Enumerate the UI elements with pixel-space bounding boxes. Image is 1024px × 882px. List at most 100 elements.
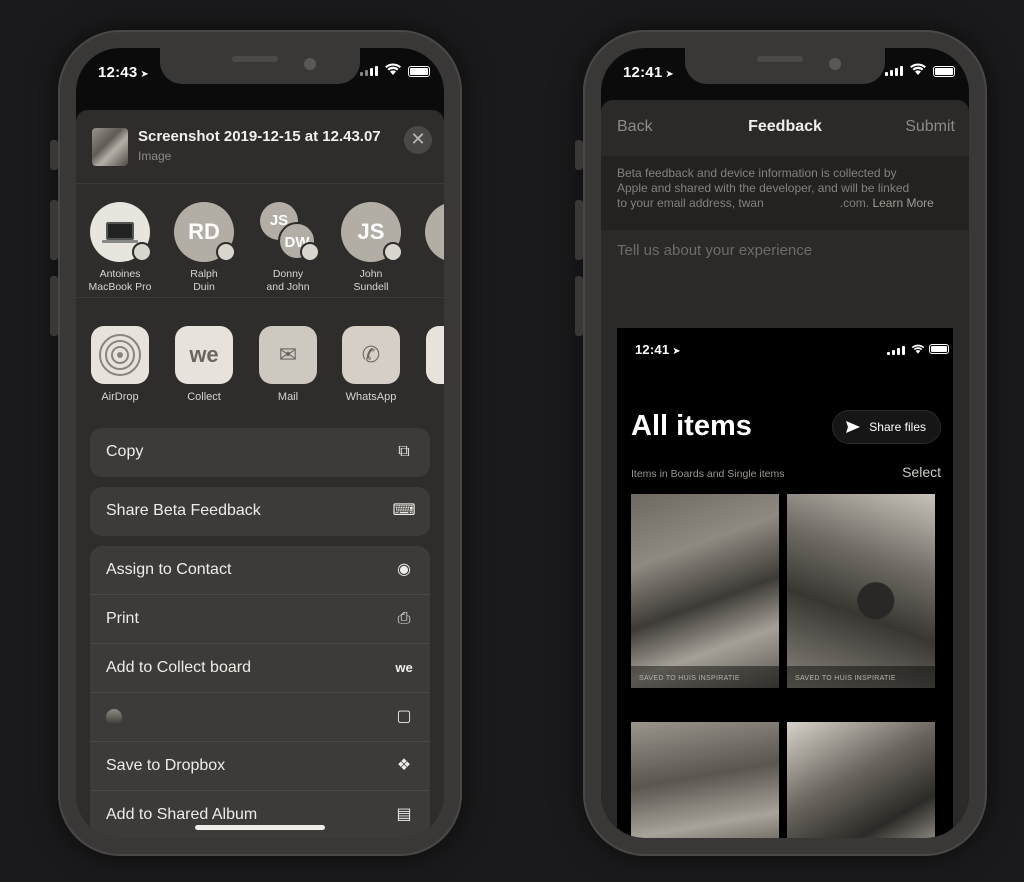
share-beta-feedback-action[interactable]: Share Beta Feedback ⌨ (90, 487, 430, 536)
status-time: 12:41 ➤ (635, 342, 681, 357)
action-label: Share Beta Feedback (106, 502, 261, 519)
action-label: Copy (106, 443, 144, 460)
grid-photo-chair[interactable]: SAVED TO HUIS INSPIRATIE (631, 494, 779, 688)
grid-photo-table[interactable] (631, 722, 779, 838)
button-label: Share files (869, 420, 926, 434)
app-label: WhatsApp (345, 391, 397, 403)
battery-icon (408, 66, 430, 77)
home-indicator[interactable] (195, 825, 325, 830)
keyboard-icon: ⌨ (392, 502, 416, 519)
avatar (425, 202, 444, 262)
add-to-collect-board-action[interactable]: Add to Collect board we (90, 644, 430, 693)
messages-icon (426, 326, 444, 384)
volume-up-button (50, 200, 58, 260)
action-label: Assign to Contact (106, 561, 232, 578)
signal-icon (887, 346, 905, 355)
app-mail[interactable]: ✉ Mail (246, 326, 330, 403)
apps-row: AirDrop we Collect ✉ Mail ✆ WhatsApp Me (76, 308, 444, 408)
wifi-icon (385, 63, 401, 75)
unnamed-action[interactable]: ▢ (90, 693, 430, 742)
copy-action[interactable]: Copy ⧉ (90, 428, 430, 477)
person-antoines-macbook[interactable]: Antoines MacBook Pro (78, 202, 162, 294)
send-icon (846, 421, 861, 433)
messages-badge-icon (383, 242, 403, 262)
photo-caption: SAVED TO HUIS INSPIRATIE (795, 675, 896, 682)
battery-icon (933, 66, 955, 77)
share-item-type: Image (138, 149, 172, 163)
submit-button[interactable]: Submit (905, 118, 955, 136)
app-label: Mail (277, 391, 299, 403)
right-screen: 12:41 ➤ Back Feedback Submit Beta feedbac… (601, 48, 969, 838)
battery-icon (929, 344, 949, 354)
grid-photo-decor[interactable]: SAVED TO HUIS INSPIRATIE (787, 494, 935, 688)
close-button[interactable]: ✕ (404, 126, 432, 154)
status-time: 12:43 ➤ (98, 64, 149, 81)
feedback-nav-bar: Back Feedback Submit (601, 100, 969, 154)
feedback-sheet: Back Feedback Submit Beta feedback and d… (601, 100, 969, 838)
share-files-button[interactable]: Share files (832, 410, 941, 444)
notch (160, 48, 360, 84)
action-label: Add to Shared Album (106, 806, 258, 823)
share-sheet-header: Screenshot 2019-12-15 at 12.43.07 Image … (76, 110, 444, 184)
person-name: Antoines MacBook Pro (88, 268, 152, 293)
disclaimer-line: to your email address, twan (617, 196, 764, 210)
person-ralph-duin[interactable]: RD Ralph Duin (162, 202, 246, 294)
action-group: Copy ⧉ (90, 428, 430, 477)
learn-more-link[interactable]: Learn More (872, 196, 933, 210)
disclaimer-line: Beta feedback and device information is … (617, 166, 897, 180)
action-label: Print (106, 610, 139, 627)
contact-icon: ◉ (397, 561, 411, 578)
action-group: Assign to Contact ◉ Print ⎙ Add to Colle… (90, 546, 430, 838)
grid-photo-lamp[interactable] (787, 722, 935, 838)
people-row: Antoines MacBook Pro RD Ralph Duin JS DW D… (76, 186, 444, 298)
actions-list: Copy ⧉ Share Beta Feedback ⌨ Assign to C… (90, 428, 430, 838)
location-icon: ➤ (140, 69, 149, 80)
signal-icon (360, 66, 378, 76)
status-time: 12:41 ➤ (623, 64, 674, 81)
messages-badge-icon (216, 242, 236, 262)
feedback-textarea[interactable]: Tell us about your experience (617, 242, 812, 259)
save-to-dropbox-action[interactable]: Save to Dropbox ❖ (90, 742, 430, 791)
wifi-icon (911, 344, 925, 354)
action-group: Share Beta Feedback ⌨ (90, 487, 430, 536)
wifi-icon (910, 63, 926, 75)
select-button[interactable]: Select (902, 464, 941, 480)
volume-up-button (575, 200, 583, 260)
all-items-title: All items (631, 410, 752, 442)
person-john-sundell[interactable]: JS John Sundell (329, 202, 413, 294)
mute-switch (50, 140, 58, 170)
wetransfer-collect-icon: we (395, 660, 413, 675)
print-action[interactable]: Print ⎙ (90, 595, 430, 644)
notch (685, 48, 885, 84)
mail-icon: ✉ (259, 326, 317, 384)
avatar: RD (174, 202, 236, 262)
person-partial[interactable] (413, 202, 444, 262)
person-name: Donny and John (266, 268, 310, 293)
disclaimer-line: Apple and shared with the developer, and… (617, 181, 910, 195)
add-to-shared-album-action[interactable]: Add to Shared Album ▤ (90, 791, 430, 838)
dropbox-icon: ❖ (396, 757, 412, 774)
airdrop-icon (91, 326, 149, 384)
attached-screenshot[interactable]: 12:41 ➤ All items Share files Items in Bo… (617, 328, 953, 838)
assign-to-contact-action[interactable]: Assign to Contact ◉ (90, 546, 430, 595)
app-messages[interactable]: Me (413, 326, 444, 403)
app-collect[interactable]: we Collect (162, 326, 246, 403)
volume-down-button (50, 276, 58, 336)
photo-caption: SAVED TO HUIS INSPIRATIE (639, 675, 740, 682)
left-phone: 12:43 ➤ Screenshot 2019-12-15 at 12.43.07… (50, 30, 462, 856)
app-airdrop[interactable]: AirDrop (78, 326, 162, 403)
messages-badge-icon (300, 242, 320, 262)
person-name: John Sundell (353, 268, 389, 293)
action-label: Add to Collect board (106, 659, 251, 676)
right-phone: 12:41 ➤ Back Feedback Submit Beta feedbac… (575, 30, 987, 856)
app-whatsapp[interactable]: ✆ WhatsApp (329, 326, 413, 403)
volume-down-button (575, 276, 583, 336)
copy-icon: ⧉ (398, 443, 410, 460)
screenshot-thumbnail (92, 128, 128, 166)
person-donny-and-john[interactable]: JS DW Donny and John (246, 202, 330, 294)
app-dot-icon (106, 709, 122, 725)
share-sheet: Screenshot 2019-12-15 at 12.43.07 Image … (76, 110, 444, 838)
action-label: Save to Dropbox (106, 757, 226, 774)
avatar: JS (341, 202, 403, 262)
square-icon: ▢ (396, 708, 412, 725)
